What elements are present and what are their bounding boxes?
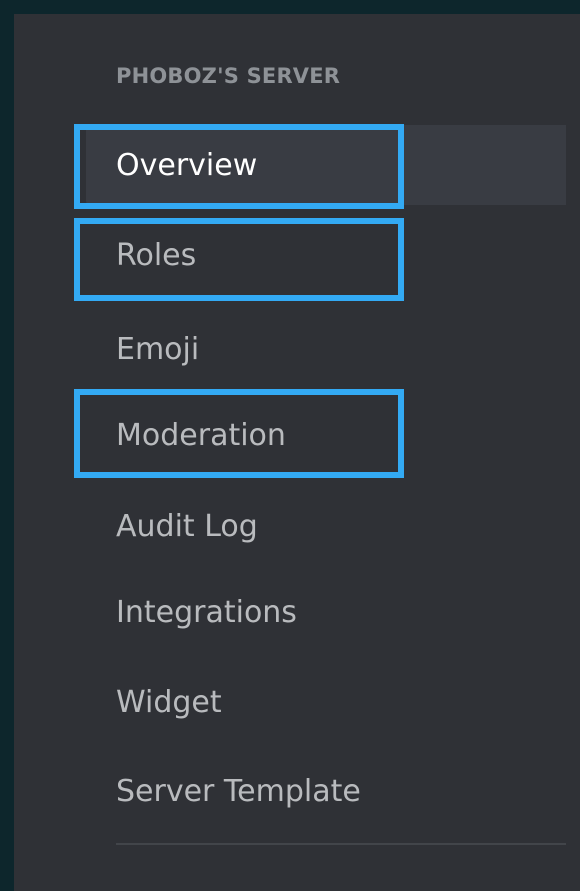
sidebar-item-moderation[interactable]: Moderation: [86, 395, 566, 475]
sidebar-item-label: Emoji: [116, 331, 200, 367]
sidebar-item-label: Overview: [116, 147, 258, 183]
sidebar-item-roles[interactable]: Roles: [86, 215, 566, 295]
sidebar-item-server-template[interactable]: Server Template: [86, 751, 566, 831]
sidebar-item-label: Audit Log: [116, 508, 258, 544]
sidebar-item-label: Widget: [116, 684, 222, 720]
sidebar-item-label: Moderation: [116, 417, 286, 453]
sidebar-item-label: Roles: [116, 237, 197, 273]
sidebar-item-overview[interactable]: Overview: [86, 125, 566, 205]
sidebar-item-widget[interactable]: Widget: [86, 662, 566, 742]
sidebar-item-integrations[interactable]: Integrations: [86, 572, 566, 652]
sidebar-item-emoji[interactable]: Emoji: [86, 309, 566, 389]
sidebar-item-audit-log[interactable]: Audit Log: [86, 486, 566, 566]
sidebar-item-label: Server Template: [116, 773, 361, 809]
sidebar-item-label: Integrations: [116, 594, 297, 630]
server-name-header: PHOBOZ'S SERVER: [116, 64, 341, 88]
sidebar-divider: [116, 843, 566, 845]
